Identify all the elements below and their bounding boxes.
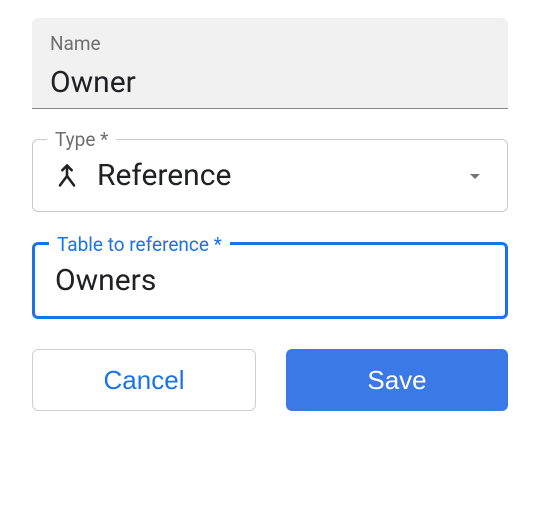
table-reference-value: Owners <box>55 263 485 298</box>
name-value: Owner <box>50 65 490 100</box>
name-label: Name <box>50 32 490 55</box>
type-value: Reference <box>97 158 447 193</box>
save-button[interactable]: Save <box>286 349 508 411</box>
merge-icon <box>53 162 81 190</box>
button-row: Cancel Save <box>32 349 508 411</box>
type-select[interactable]: Type * Reference <box>32 139 508 212</box>
chevron-down-icon <box>463 164 487 188</box>
table-reference-select[interactable]: Table to reference * Owners <box>32 242 508 319</box>
type-label: Type * <box>47 128 116 151</box>
table-reference-label: Table to reference * <box>49 233 230 256</box>
cancel-button[interactable]: Cancel <box>32 349 256 411</box>
name-input[interactable]: Name Owner <box>32 18 508 109</box>
